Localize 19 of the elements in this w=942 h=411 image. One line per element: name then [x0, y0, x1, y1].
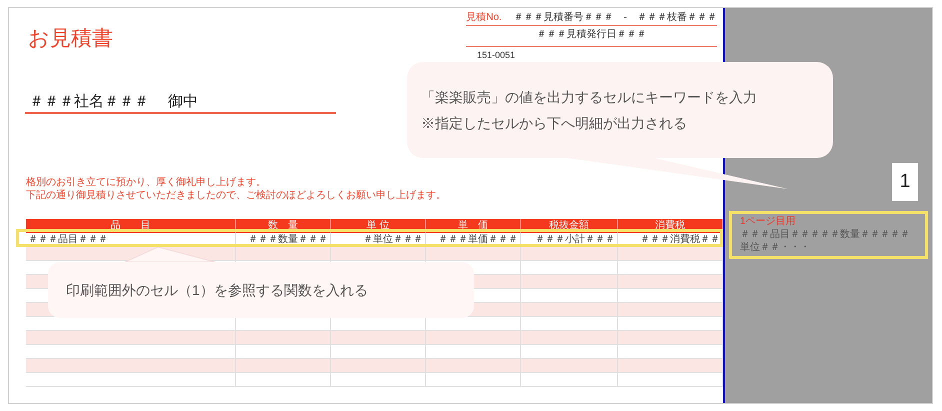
greeting-text: 下記の通り御見積りさせていただきましたので、ご検討のほどよろしくお願い申し上げます。 — [26, 189, 447, 202]
callout-text: 印刷範囲外のセル（1）を参照する関数を入れる — [66, 281, 369, 299]
issue-date: ＃＃＃見積発行日＃＃＃ — [536, 28, 647, 42]
page-number: 1 — [892, 163, 918, 201]
callout-text: ※指定したセルから下へ明細が出力される — [421, 114, 688, 132]
table-cell: ＃単位＃＃＃ — [331, 233, 426, 246]
recipient-name: ＃＃＃社名＃＃＃ 御中 — [25, 92, 336, 114]
document-title: お見積書 — [28, 28, 113, 49]
panel-content: ＃＃＃品目＃＃＃＃＃数量＃＃＃＃＃単位＃＃・・・ — [740, 228, 911, 254]
quote-number-label: 見積No. — [466, 11, 502, 25]
postal-code: 151-0051 — [477, 50, 516, 60]
greeting-text: 格別のお引き立てに預かり、厚く御礼申し上げます。 — [26, 176, 267, 189]
callout-text: 「楽楽販売」の値を出力するセルにキーワードを入力 — [421, 88, 758, 106]
table-cell: ＃＃＃品目＃＃＃ — [26, 233, 236, 246]
table-cell: ＃＃＃数量＃＃＃ — [236, 233, 331, 246]
table-cell: ＃＃＃単価＃＃＃ — [426, 233, 521, 246]
table-cell: ＃＃＃小計＃＃＃ — [521, 233, 618, 246]
quote-number: ＃＃＃見積番号＃＃＃ - ＃＃＃枝番＃＃＃ — [514, 11, 717, 25]
panel-label: 1ページ目用 — [740, 216, 797, 228]
